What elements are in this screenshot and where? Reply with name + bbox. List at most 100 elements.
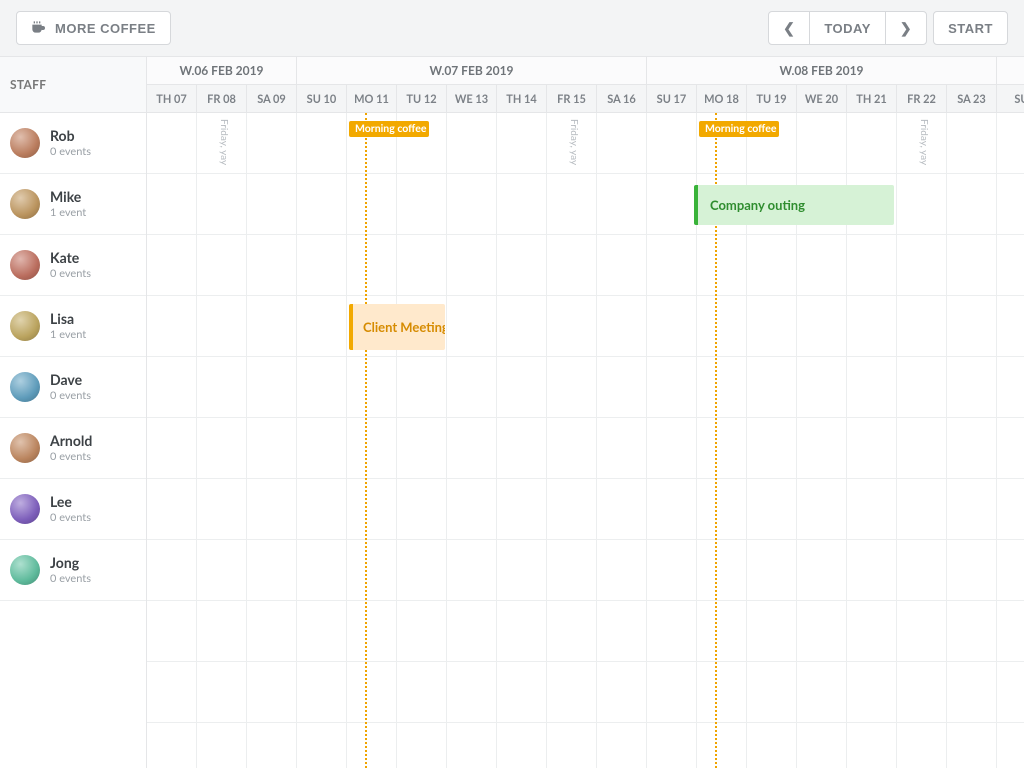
grid-cell[interactable] (997, 113, 1024, 174)
grid-cell[interactable] (647, 601, 697, 662)
event[interactable]: Client Meeting (349, 304, 445, 350)
grid-cell[interactable] (397, 601, 447, 662)
grid-cell[interactable] (497, 357, 547, 418)
grid-cell[interactable] (947, 601, 997, 662)
day-header-cell[interactable]: TU 12 (397, 85, 447, 112)
grid-cell[interactable] (897, 113, 947, 174)
day-header-cell[interactable]: FR 08 (197, 85, 247, 112)
grid-cell[interactable] (297, 174, 347, 235)
prev-button[interactable]: ❮ (768, 11, 810, 45)
grid-cell[interactable] (597, 601, 647, 662)
grid-cell[interactable] (697, 357, 747, 418)
grid-cell[interactable] (497, 601, 547, 662)
grid-cell[interactable] (547, 235, 597, 296)
grid-cell[interactable] (147, 357, 197, 418)
grid-cell[interactable] (197, 662, 247, 723)
day-header-cell[interactable]: FR 15 (547, 85, 597, 112)
grid-cell[interactable] (497, 662, 547, 723)
grid-cell[interactable] (197, 723, 247, 768)
grid-cell[interactable] (747, 540, 797, 601)
day-header-cell[interactable]: SU 17 (647, 85, 697, 112)
day-header-cell[interactable]: SU 10 (297, 85, 347, 112)
grid-cell[interactable] (847, 723, 897, 768)
grid-cell[interactable] (847, 601, 897, 662)
staff-row[interactable]: Rob0 events (0, 113, 146, 174)
grid-cell[interactable] (947, 723, 997, 768)
grid-cell[interactable] (647, 723, 697, 768)
grid-cell[interactable] (947, 418, 997, 479)
grid-cell[interactable] (947, 540, 997, 601)
grid-cell[interactable] (447, 723, 497, 768)
grid-cell[interactable] (147, 601, 197, 662)
day-header-cell[interactable]: MO 11 (347, 85, 397, 112)
grid-cell[interactable] (547, 540, 597, 601)
grid-cell[interactable] (547, 113, 597, 174)
day-header-cell[interactable]: SA 23 (947, 85, 997, 112)
grid-cell[interactable] (347, 540, 397, 601)
grid-cell[interactable] (847, 418, 897, 479)
grid-cell[interactable] (297, 113, 347, 174)
grid-cell[interactable] (397, 479, 447, 540)
staff-row[interactable]: Lisa1 event (0, 296, 146, 357)
grid-cell[interactable] (297, 235, 347, 296)
grid-cell[interactable] (797, 479, 847, 540)
grid-cell[interactable] (747, 662, 797, 723)
grid-cell[interactable] (197, 113, 247, 174)
grid-cell[interactable] (297, 418, 347, 479)
day-header-cell[interactable]: TH 14 (497, 85, 547, 112)
grid-cell[interactable] (647, 479, 697, 540)
grid-cell[interactable] (997, 479, 1024, 540)
grid-cell[interactable] (397, 418, 447, 479)
grid-cell[interactable] (647, 235, 697, 296)
grid-cell[interactable] (997, 601, 1024, 662)
grid-cell[interactable] (897, 723, 947, 768)
grid-cell[interactable] (747, 235, 797, 296)
grid-cell[interactable] (447, 113, 497, 174)
next-button[interactable]: ❯ (885, 11, 927, 45)
event[interactable]: Morning coffee (699, 121, 779, 137)
grid-cell[interactable] (647, 113, 697, 174)
grid-cell[interactable] (697, 296, 747, 357)
grid-cell[interactable] (447, 540, 497, 601)
grid-cell[interactable] (397, 662, 447, 723)
grid-cell[interactable] (547, 296, 597, 357)
day-header-cell[interactable]: WE 13 (447, 85, 497, 112)
grid-cell[interactable] (897, 479, 947, 540)
grid-cell[interactable] (547, 174, 597, 235)
grid-cell[interactable] (947, 662, 997, 723)
grid-cell[interactable] (497, 540, 547, 601)
grid-cell[interactable] (147, 174, 197, 235)
grid-cell[interactable] (397, 235, 447, 296)
grid-cell[interactable] (197, 479, 247, 540)
grid-cell[interactable] (447, 479, 497, 540)
grid-cell[interactable] (997, 174, 1024, 235)
grid-cell[interactable] (847, 113, 897, 174)
grid-cell[interactable] (597, 235, 647, 296)
grid-cell[interactable] (847, 357, 897, 418)
grid-cell[interactable] (997, 540, 1024, 601)
grid-cell[interactable] (697, 479, 747, 540)
day-header-cell[interactable]: WE 20 (797, 85, 847, 112)
grid-cell[interactable] (897, 418, 947, 479)
grid-cell[interactable] (647, 540, 697, 601)
grid-cell[interactable] (247, 357, 297, 418)
grid-cell[interactable] (747, 601, 797, 662)
grid-cell[interactable] (747, 723, 797, 768)
event[interactable]: Morning coffee (349, 121, 429, 137)
grid-cell[interactable] (247, 662, 297, 723)
grid-cell[interactable] (147, 235, 197, 296)
grid-cell[interactable] (197, 418, 247, 479)
grid-cell[interactable] (347, 723, 397, 768)
grid-cell[interactable] (447, 662, 497, 723)
grid-cell[interactable] (597, 479, 647, 540)
grid-cell[interactable] (997, 662, 1024, 723)
grid-cell[interactable] (897, 296, 947, 357)
grid-cell[interactable] (497, 479, 547, 540)
staff-row[interactable]: Lee0 events (0, 479, 146, 540)
grid-cell[interactable] (497, 235, 547, 296)
grid-cell[interactable] (497, 723, 547, 768)
grid-cell[interactable] (347, 357, 397, 418)
grid-cell[interactable] (297, 357, 347, 418)
grid-cell[interactable] (597, 357, 647, 418)
grid-cell[interactable] (797, 296, 847, 357)
